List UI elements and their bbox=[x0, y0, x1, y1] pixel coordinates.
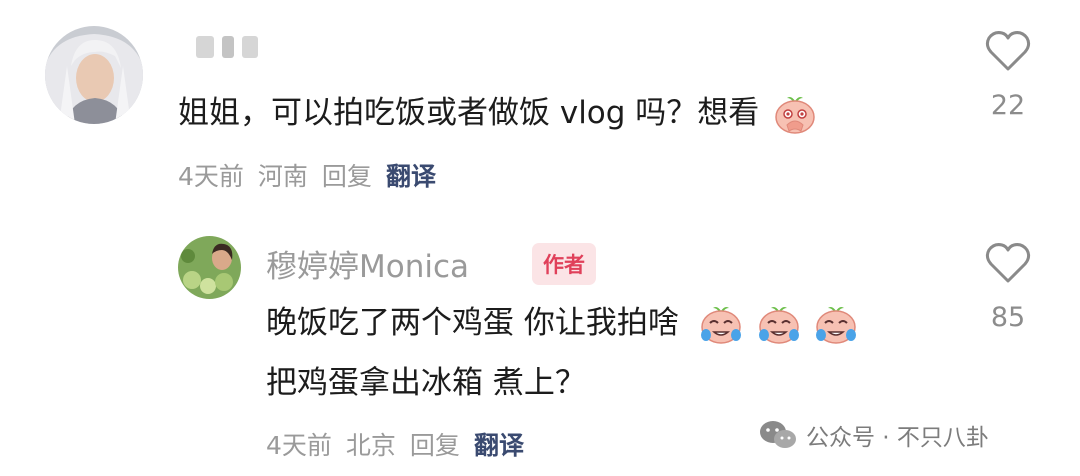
peach-crying-emoji bbox=[814, 305, 858, 345]
peach-crying-emoji bbox=[757, 305, 801, 345]
reply-text-line2: 把鸡蛋拿出冰箱 煮上？ bbox=[266, 365, 586, 401]
heart-icon bbox=[985, 31, 1031, 71]
comment-like-button[interactable]: 22 bbox=[968, 30, 1048, 121]
comment-time: 4天前 bbox=[178, 162, 244, 191]
reply-location: 北京 bbox=[345, 431, 396, 460]
reply-time: 4天前 bbox=[266, 431, 332, 460]
commenter-username-hidden bbox=[196, 36, 260, 58]
comment-text: 姐姐，可以拍吃饭或者做饭 vlog 吗？想看 bbox=[178, 93, 817, 135]
reply-reply-button[interactable]: 回复 bbox=[410, 426, 460, 462]
watermark: 公众号 · 不只八卦 bbox=[758, 418, 989, 452]
peach-praying-emoji bbox=[773, 95, 817, 135]
reply-like-button[interactable]: 85 bbox=[968, 242, 1048, 333]
comment-translate-button[interactable]: 翻译 bbox=[386, 157, 436, 193]
reply-text-line1: 晚饭吃了两个鸡蛋 你让我拍啥 bbox=[266, 303, 858, 345]
reply-text-line1-content: 晚饭吃了两个鸡蛋 你让我拍啥 bbox=[266, 305, 679, 341]
comment-reply-button[interactable]: 回复 bbox=[322, 157, 372, 193]
wechat-icon bbox=[758, 419, 798, 451]
comment-text-content: 姐姐，可以拍吃饭或者做饭 vlog 吗？想看 bbox=[178, 95, 760, 131]
reply-translate-button[interactable]: 翻译 bbox=[474, 426, 524, 462]
author-badge: 作者 bbox=[532, 243, 596, 285]
author-avatar[interactable] bbox=[178, 236, 241, 299]
reply-like-count: 85 bbox=[990, 302, 1026, 333]
comment-meta: 4天前 河南 回复 翻译 bbox=[178, 157, 450, 193]
comment-like-count: 22 bbox=[990, 90, 1026, 121]
heart-icon bbox=[985, 243, 1031, 283]
reply-meta: 4天前 北京 回复 翻译 bbox=[266, 426, 538, 462]
commenter-avatar[interactable] bbox=[45, 26, 143, 124]
peach-crying-emoji bbox=[699, 305, 743, 345]
watermark-text: 公众号 · 不只八卦 bbox=[806, 425, 989, 451]
author-username[interactable]: 穆婷婷Monica bbox=[266, 241, 469, 286]
comment-location: 河南 bbox=[257, 162, 308, 191]
